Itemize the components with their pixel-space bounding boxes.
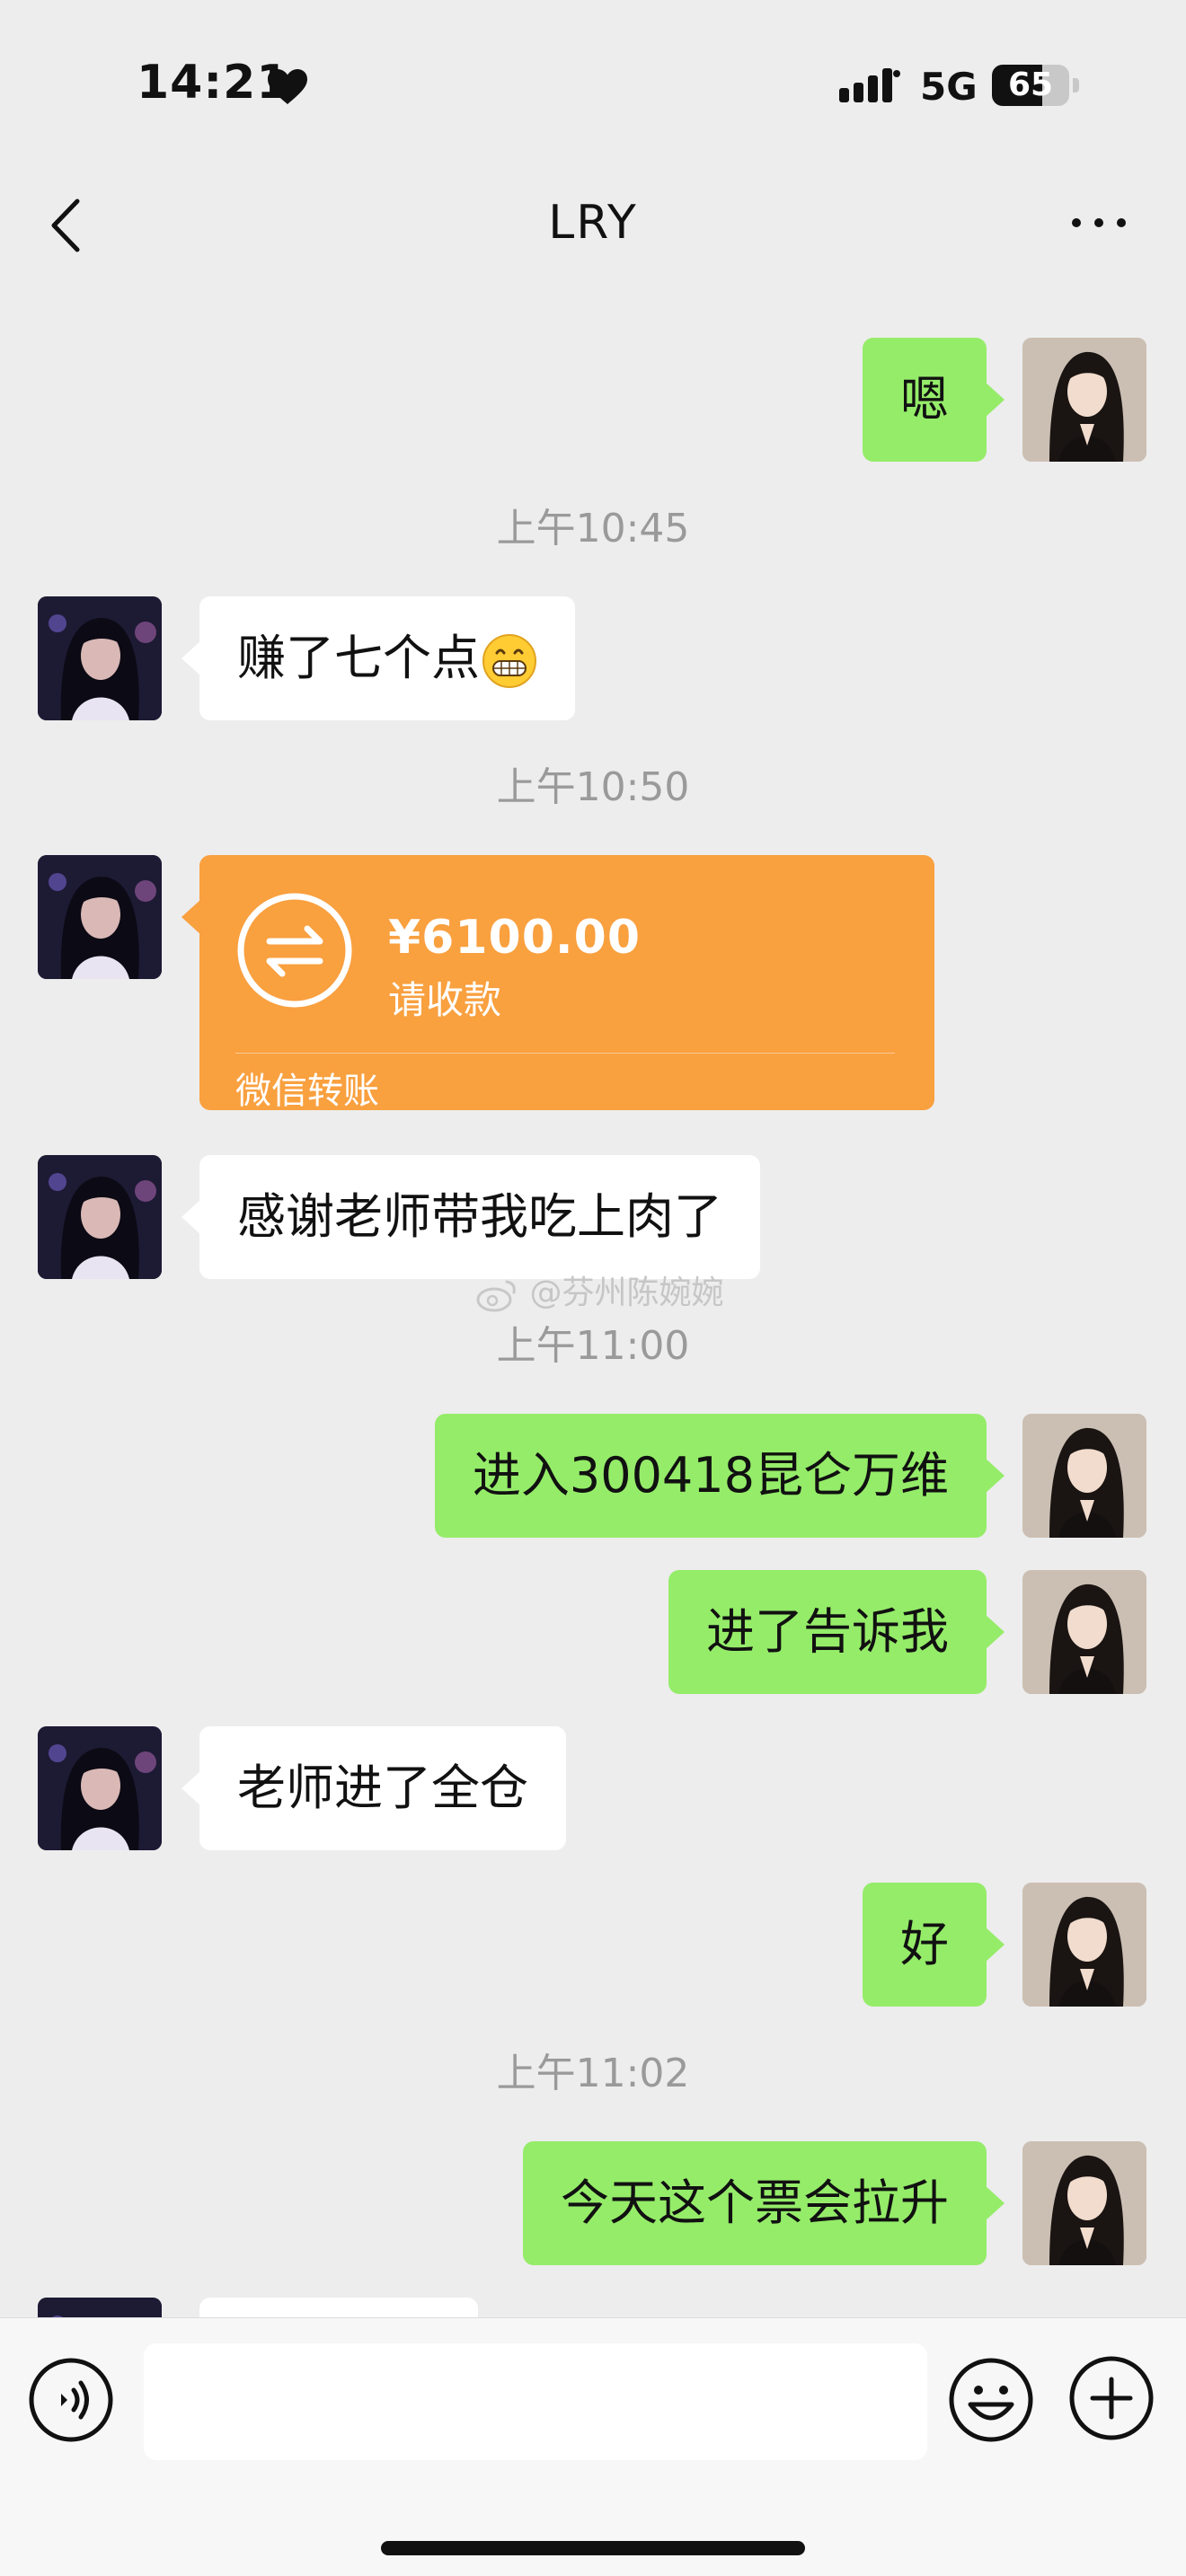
message-text: 进入300418昆仑万维 bbox=[472, 1447, 949, 1504]
message-bubble-sent[interactable]: 进入300418昆仑万维 bbox=[434, 1414, 1005, 1538]
message-bubble-received[interactable] bbox=[199, 2298, 478, 2317]
voice-icon[interactable] bbox=[27, 2356, 115, 2444]
message-text: 感谢老师带我吃上肉了 bbox=[237, 1188, 722, 1245]
message-text: 老师进了全仓 bbox=[237, 1760, 528, 1816]
grinning-face-icon bbox=[482, 634, 536, 689]
message-input-bar bbox=[0, 2317, 1186, 2576]
message-text: 今天这个票会拉升 bbox=[561, 2175, 949, 2231]
message-bubble-sent[interactable]: 好 bbox=[863, 1883, 1005, 2007]
weibo-logo-icon bbox=[476, 1280, 516, 1312]
my-avatar[interactable] bbox=[1022, 1570, 1146, 1694]
contact-avatar[interactable] bbox=[38, 1726, 162, 1850]
my-avatar[interactable] bbox=[1022, 1414, 1146, 1538]
message-timestamp: 上午11:00 bbox=[496, 1323, 690, 1369]
chat-history[interactable]: 嗯 上午10:45 赚了七个点 上午10:50 ¥6100.00 请收款 微信转… bbox=[0, 0, 1186, 2317]
message-text: 嗯 bbox=[900, 371, 949, 428]
message-timestamp: 上午10:45 bbox=[496, 506, 690, 551]
message-bubble-sent[interactable]: 嗯 bbox=[863, 338, 1005, 462]
my-avatar[interactable] bbox=[1022, 338, 1146, 462]
watermark: @芬州陈婉婉 bbox=[476, 1266, 723, 1313]
message-bubble-received[interactable]: 感谢老师带我吃上肉了 bbox=[181, 1155, 760, 1279]
message-text-field[interactable] bbox=[144, 2343, 927, 2460]
message-bubble-received[interactable]: 赚了七个点 bbox=[181, 596, 575, 720]
my-avatar[interactable] bbox=[1022, 1883, 1146, 2007]
transfer-footer-label: 微信转账 bbox=[235, 1071, 379, 1112]
message-text: 进了告诉我 bbox=[706, 1603, 949, 1660]
message-bubble-sent[interactable]: 今天这个票会拉升 bbox=[523, 2141, 1005, 2265]
message-bubble-sent[interactable]: 进了告诉我 bbox=[668, 1570, 1005, 1694]
home-indicator[interactable] bbox=[381, 2541, 805, 2555]
contact-avatar[interactable] bbox=[38, 1155, 162, 1279]
contact-avatar[interactable] bbox=[38, 2298, 162, 2317]
divider bbox=[235, 1053, 895, 1054]
message-text: 好 bbox=[900, 1916, 949, 1972]
watermark-text: @芬州陈婉婉 bbox=[529, 1275, 724, 1311]
smiley-icon[interactable] bbox=[947, 2356, 1035, 2444]
wechat-transfer-card[interactable]: ¥6100.00 请收款 微信转账 bbox=[181, 855, 934, 1112]
my-avatar[interactable] bbox=[1022, 2141, 1146, 2265]
message-bubble-received[interactable]: 老师进了全仓 bbox=[181, 1726, 566, 1850]
message-text: 赚了七个点 bbox=[237, 630, 480, 686]
message-timestamp: 上午11:02 bbox=[496, 2051, 690, 2096]
contact-avatar[interactable] bbox=[38, 855, 162, 979]
contact-avatar[interactable] bbox=[38, 596, 162, 720]
transfer-arrows-icon bbox=[237, 893, 352, 1008]
transfer-amount: ¥6100.00 bbox=[388, 911, 642, 965]
plus-circle-icon[interactable] bbox=[1067, 2354, 1155, 2442]
message-timestamp: 上午10:50 bbox=[496, 764, 690, 810]
transfer-status: 请收款 bbox=[388, 978, 502, 1022]
